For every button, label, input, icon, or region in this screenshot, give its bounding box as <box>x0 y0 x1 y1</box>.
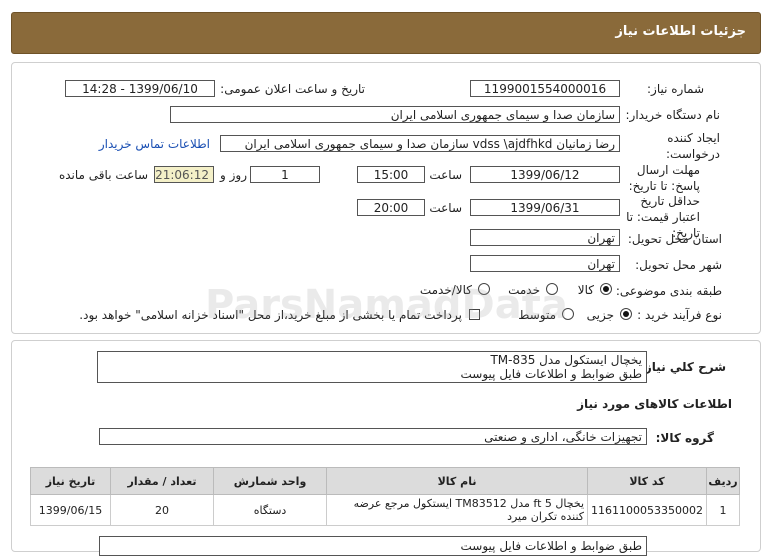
cell-name: یخچال 5 ft مدل TM83512 ایستکول مرجع عرضه… <box>326 494 589 526</box>
creator-field: رضا زمانیان vdss \ajdfhkd سازمان صدا و س… <box>220 135 620 152</box>
process-label: نوع فرآیند خرید : <box>637 308 722 322</box>
validity-date-field: 1399/06/31 <box>470 199 620 216</box>
treasury-checkbox[interactable] <box>469 309 480 320</box>
description-line-1: یخچال ایستکول مدل TM-835 <box>490 353 642 367</box>
col-name: نام کالا <box>326 467 589 495</box>
cell-code: 1161100053350002 <box>587 494 707 526</box>
page-header: جزئیات اطلاعات نیاز <box>11 12 761 54</box>
goods-group-field: تجهیزات خانگی، اداری و صنعتی <box>99 428 647 445</box>
category-label: طبقه بندی موضوعی: <box>615 284 722 298</box>
announce-date-field: 1399/06/10 - 14:28 <box>65 80 215 97</box>
goods-table-header: ردیف کد کالا نام کالا واحد شمارش تعداد /… <box>29 467 740 495</box>
validity-time-field: 20:00 <box>357 199 425 216</box>
col-row: ردیف <box>706 467 740 495</box>
city-field: تهران <box>470 255 620 272</box>
deadline-label: مهلت ارسال پاسخ: تا تاریخ: <box>628 163 700 193</box>
description-line-2: طبق ضوابط و اطلاعات فایل پیوست <box>460 367 642 381</box>
need-number-label: شماره نیاز: <box>647 82 704 96</box>
city-label: شهر محل تحویل: <box>635 258 722 272</box>
table-row: 1 1161100053350002 یخچال 5 ft مدل TM8351… <box>29 494 740 526</box>
category-both-label: کالا/خدمت <box>419 283 472 297</box>
deadline-time-field: 15:00 <box>357 166 425 183</box>
col-unit: واحد شمارش <box>213 467 328 495</box>
cell-quantity: 20 <box>110 494 215 526</box>
category-goods-label: کالا <box>577 283 594 297</box>
buyer-org-label: نام دستگاه خریدار: <box>625 108 721 122</box>
deadline-time-label: ساعت <box>429 168 462 182</box>
description-label: شرح کلي نياز: <box>640 360 726 374</box>
bottom-description-box: طبق ضوابط و اطلاعات فایل پیوست <box>99 536 647 556</box>
category-both-radio[interactable] <box>478 283 490 295</box>
col-date: تاریخ نیاز <box>29 467 112 495</box>
category-service-label: خدمت <box>508 283 540 297</box>
countdown-timer: 21:06:12 <box>154 166 214 183</box>
remaining-label: ساعت باقی مانده <box>58 168 148 182</box>
process-partial-label: جزیی <box>586 308 614 322</box>
days-label: روز و <box>220 168 247 182</box>
province-label: استان محل تحویل: <box>627 232 722 246</box>
process-partial-radio[interactable] <box>620 308 632 320</box>
cell-date: 1399/06/15 <box>29 494 112 526</box>
province-field: تهران <box>470 229 620 246</box>
announce-date-label: تاریخ و ساعت اعلان عمومی: <box>220 82 365 96</box>
page-title: جزئیات اطلاعات نیاز <box>615 24 746 39</box>
buyer-org-field: سازمان صدا و سیمای جمهوری اسلامی ایران <box>170 106 620 123</box>
need-number-field: 1199001554000016 <box>470 80 620 97</box>
cell-unit: دستگاه <box>213 494 328 526</box>
goods-info-title: اطلاعات کالاهای مورد نیاز <box>577 397 732 411</box>
bottom-description-text: طبق ضوابط و اطلاعات فایل پیوست <box>460 539 642 553</box>
buyer-contact-link[interactable]: اطلاعات تماس خریدار <box>99 137 210 151</box>
creator-label: ایجاد کننده درخواست: <box>666 131 720 161</box>
process-medium-label: متوسط <box>518 308 556 322</box>
goods-table: ردیف کد کالا نام کالا واحد شمارش تعداد /… <box>29 467 740 526</box>
deadline-date-field: 1399/06/12 <box>470 166 620 183</box>
payment-note: پرداخت تمام یا بخشی از مبلغ خرید،از محل … <box>79 308 462 322</box>
category-goods-radio[interactable] <box>600 283 612 295</box>
description-box: یخچال ایستکول مدل TM-835 طبق ضوابط و اطل… <box>97 351 647 383</box>
validity-time-label: ساعت <box>429 201 462 215</box>
col-code: کد کالا <box>587 467 707 495</box>
goods-group-label: گروه کالا: <box>655 431 714 445</box>
days-remaining-field: 1 <box>250 166 320 183</box>
category-service-radio[interactable] <box>546 283 558 295</box>
process-medium-radio[interactable] <box>562 308 574 320</box>
col-quantity: تعداد / مقدار <box>110 467 215 495</box>
cell-row: 1 <box>706 494 740 526</box>
